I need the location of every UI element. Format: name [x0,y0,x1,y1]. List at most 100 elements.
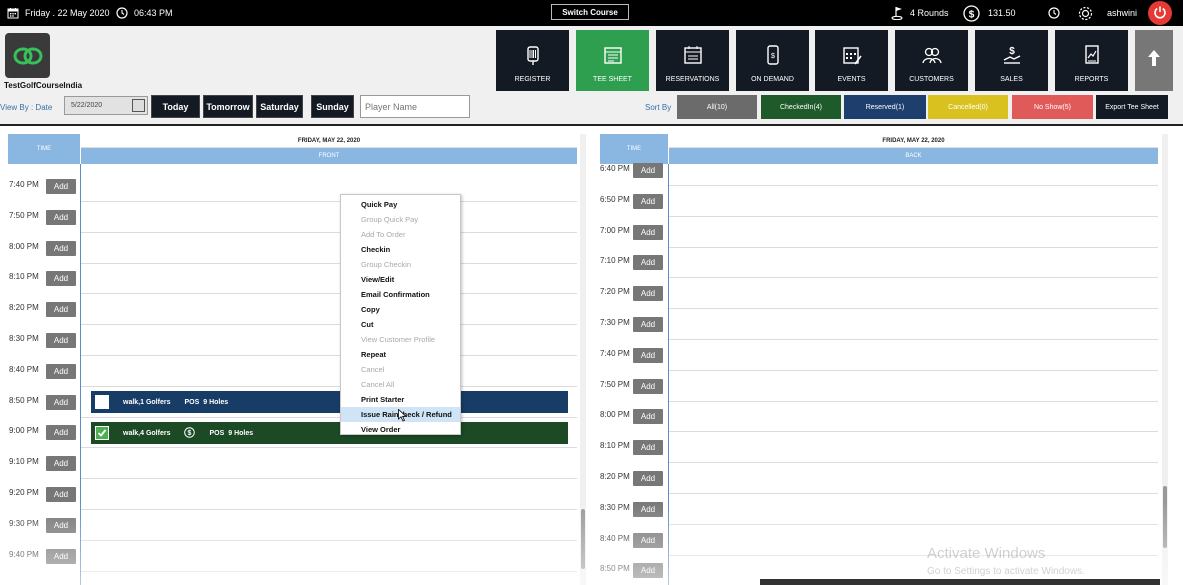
back-time-label: 6:40 PM [600,164,630,173]
tee-time-slot[interactable] [81,510,577,541]
tee-time-slot[interactable] [669,278,1158,310]
back-add-button[interactable]: Add [633,440,663,456]
filter-button-4[interactable]: No Show(5) [1012,95,1093,119]
nav-on-demand-button[interactable]: $ ON DEMAND [736,30,809,91]
tee-time-slot[interactable] [81,233,577,264]
tee-time-slot[interactable] [81,541,577,572]
tee-time-slot[interactable] [669,432,1158,464]
back-add-button[interactable]: Add [633,378,663,394]
date-field[interactable]: 5/22/2020 [64,96,148,115]
tee-time-slot[interactable] [81,356,577,387]
back-add-button[interactable]: Add [633,347,663,363]
front-add-button[interactable]: Add [46,240,76,256]
back-add-button[interactable]: Add [633,471,663,486]
tee-time-slot[interactable] [669,494,1158,525]
back-add-button[interactable]: Add [633,532,663,548]
front-add-button[interactable]: Add [46,363,76,379]
tee-time-slot[interactable] [669,155,1158,186]
nav-label: REGISTER [514,76,551,83]
front-add-button[interactable]: Add [46,209,76,225]
user-name[interactable]: ashwini [1107,0,1137,26]
tee-time-slot[interactable] [669,247,1158,279]
nav-reports-button[interactable]: REPORTS [1055,30,1128,91]
tee-time-slot[interactable] [81,448,577,480]
front-add-button[interactable]: Add [46,333,76,348]
today-button[interactable]: Today [151,95,200,118]
front-add-button[interactable]: Add [46,548,76,564]
filter-button-2[interactable]: Reserved(1) [844,95,926,119]
back-add-button[interactable]: Add [633,163,663,178]
tee-time-slot[interactable] [669,186,1158,217]
power-button[interactable] [1148,1,1172,25]
nav-sales-button[interactable]: $ SALES [975,30,1048,91]
back-add-button[interactable]: Add [633,563,663,579]
nav-customers-button[interactable]: CUSTOMERS [895,30,968,91]
tee-time-slot[interactable] [81,479,577,510]
front-scroll-thumb[interactable] [581,509,585,569]
back-add-button[interactable]: Add [633,409,663,425]
nav-reservations-button[interactable]: RESERVATIONS [656,30,729,91]
nav-tee-sheet-button[interactable]: TEE SHEET [576,30,649,91]
back-add-button[interactable]: Add [633,501,663,517]
tee-time-slot[interactable] [669,525,1158,556]
scroll-up-button[interactable] [1135,30,1173,91]
tomorrow-button[interactable]: Tomorrow [203,95,253,118]
front-add-button[interactable]: Add [46,179,76,194]
tee-time-slot[interactable] [81,325,577,356]
nav-label: TEE SHEET [593,76,632,83]
booking-pos: POS [184,398,200,406]
front-add-button[interactable]: Add [46,487,76,502]
nav-label: EVENTS [837,76,866,83]
saturday-button[interactable]: Saturday [256,95,303,118]
filter-button-3[interactable]: Cancelled(0) [928,95,1008,119]
booking-row[interactable]: walk,1 Golfers POS 9 Holes [91,391,568,413]
filter-button-0[interactable]: All(10) [677,95,757,119]
back-add-button[interactable]: Add [633,193,663,209]
front-add-button[interactable]: Add [46,517,76,533]
menu-item-quick-pay[interactable]: Quick Pay [341,197,460,212]
calendar-icon [6,6,20,20]
player-name-input[interactable] [360,95,470,118]
sunday-button[interactable]: Sunday [311,95,354,118]
front-add-button[interactable]: Add [46,302,76,318]
tee-time-slot[interactable] [669,340,1158,371]
tee-time-slot[interactable] [669,217,1158,248]
tee-time-slot[interactable] [669,309,1158,340]
menu-item-print-starter[interactable]: Print Starter [341,392,460,407]
calendar-picker-icon[interactable] [132,99,145,112]
back-add-button[interactable]: Add [633,224,663,240]
nav-register-button[interactable]: REGISTER [496,30,569,91]
tee-time-slot[interactable] [81,171,577,202]
menu-item-cut[interactable]: Cut [341,317,460,332]
back-add-button[interactable]: Add [633,286,663,302]
filter-button-5[interactable]: Export Tee Sheet [1096,95,1168,119]
booking-row[interactable]: walk,4 Golfers $ POS 9 Holes [91,422,568,444]
front-add-button[interactable]: Add [46,271,76,287]
menu-item-view-edit[interactable]: View/Edit [341,272,460,287]
tee-time-slot[interactable] [81,294,577,326]
calendar-icon [681,44,705,66]
menu-item-copy[interactable]: Copy [341,302,460,317]
tee-time-slot[interactable] [669,463,1158,494]
settings-button[interactable] [1077,0,1094,26]
back-scroll-thumb[interactable] [1163,486,1167,548]
menu-item-cancel-all: Cancel All [361,380,395,389]
tee-time-slot[interactable] [669,401,1158,433]
nav-events-button[interactable]: EVENTS [815,30,888,91]
front-add-button[interactable]: Add [46,425,76,441]
menu-item-repeat[interactable]: Repeat [341,347,460,362]
tee-time-slot[interactable] [81,263,577,295]
front-add-button[interactable]: Add [46,394,76,410]
booking-checkbox[interactable] [95,395,109,409]
front-add-button[interactable]: Add [46,456,76,472]
back-add-button[interactable]: Add [633,255,663,271]
clock-button[interactable] [1047,0,1061,26]
tee-time-slot[interactable] [81,202,577,233]
menu-item-checkin[interactable]: Checkin [341,242,460,257]
filter-button-1[interactable]: CheckedIn(4) [761,95,841,119]
tee-time-slot[interactable] [669,371,1158,402]
switch-course-button[interactable]: Switch Course [551,4,629,20]
booking-checkbox-checked[interactable] [95,426,109,440]
menu-item-email-confirmation[interactable]: Email Confirmation [341,287,460,302]
back-add-button[interactable]: Add [633,317,663,332]
